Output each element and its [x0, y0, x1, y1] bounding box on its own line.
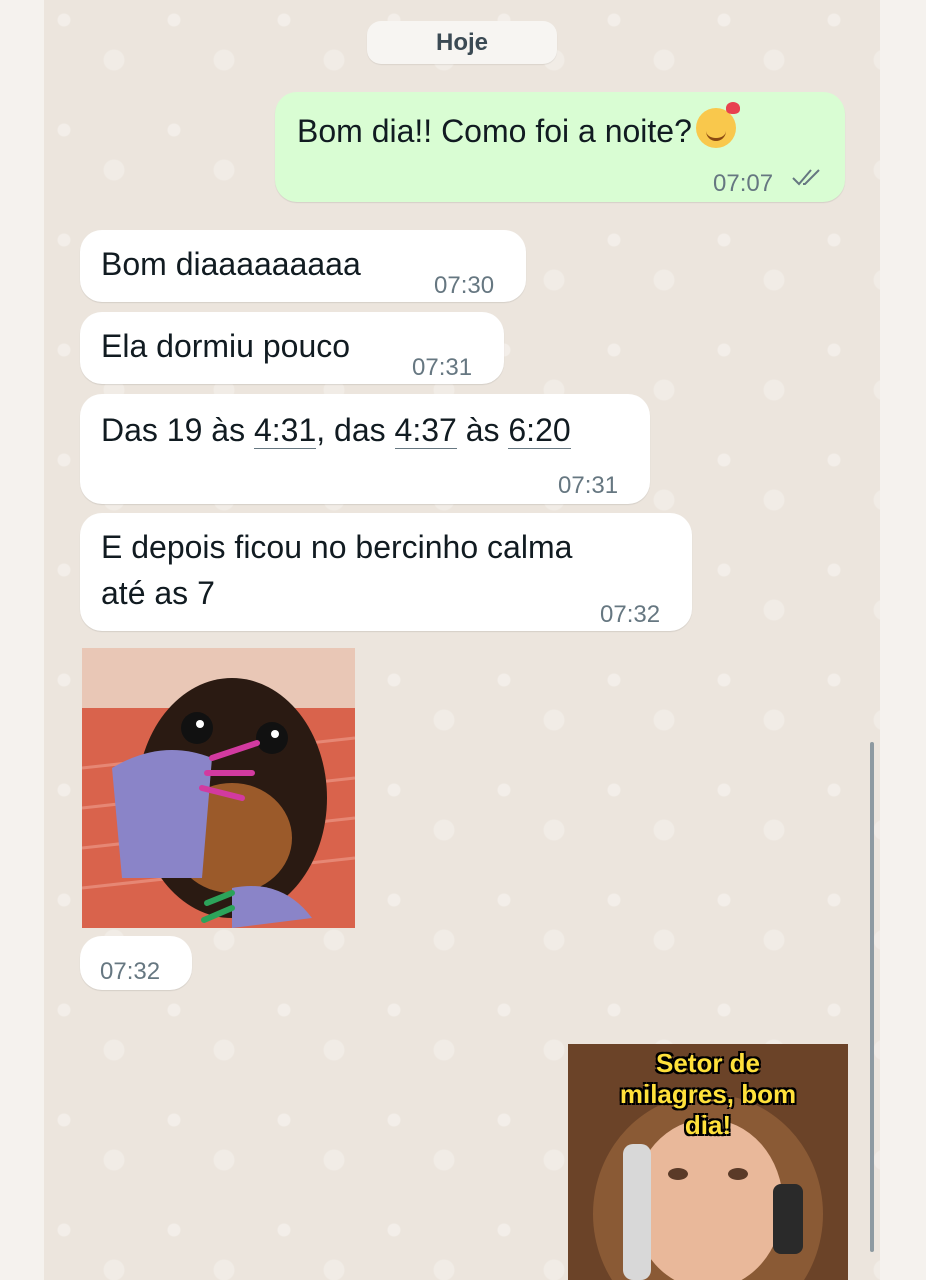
message-text: Ela dormiu pouco: [101, 328, 351, 364]
meme-line: dia!: [684, 1110, 732, 1140]
dog-sticker[interactable]: [82, 648, 355, 928]
left-margin: [0, 0, 44, 1280]
message-time: 07:30: [434, 272, 495, 299]
sticker-time-pill: 07:32: [80, 936, 192, 990]
message-time: 07:07: [713, 170, 774, 197]
time-link[interactable]: 4:31: [253, 412, 317, 449]
incoming-message[interactable]: Ela dormiu pouco 07:31: [80, 312, 504, 384]
time-link[interactable]: 4:37: [394, 412, 457, 449]
time-link[interactable]: 6:20: [508, 412, 571, 449]
right-margin: [880, 0, 926, 1280]
outgoing-message[interactable]: Bom dia!! Como foi a noite? 07:07: [275, 92, 845, 202]
meme-caption: Setor de milagres, bom dia!: [568, 1048, 848, 1141]
double-check-icon: [792, 169, 820, 186]
date-divider: Hoje: [367, 21, 557, 64]
message-text-line: E depois ficou no bercinho calma: [101, 529, 573, 565]
dog-sticker-image: [82, 648, 355, 928]
smiling-face-with-hearts-icon: [695, 102, 740, 148]
message-text: Bom dia!! Como foi a noite?: [297, 102, 740, 153]
message-time: 07:32: [600, 601, 661, 628]
meme-sticker[interactable]: Setor de milagres, bom dia!: [568, 1044, 848, 1280]
incoming-message[interactable]: Bom diaaaaaaaaa 07:30: [80, 230, 526, 302]
message-time: 07:31: [558, 472, 619, 499]
message-text-line: até as 7: [101, 575, 215, 611]
message-text: Das 19 às 4:31, das 4:37 às 6:20: [101, 412, 571, 449]
scrollbar[interactable]: [870, 742, 874, 1252]
message-time: 07:32: [100, 958, 161, 985]
incoming-message[interactable]: E depois ficou no bercinho calma até as …: [80, 513, 692, 631]
meme-line: Setor de: [655, 1048, 761, 1078]
incoming-message[interactable]: Das 19 às 4:31, das 4:37 às 6:20 07:31: [80, 394, 650, 504]
message-text: Bom diaaaaaaaaa: [101, 246, 361, 282]
meme-line: milagres, bom: [619, 1079, 797, 1109]
message-time: 07:31: [412, 354, 473, 381]
